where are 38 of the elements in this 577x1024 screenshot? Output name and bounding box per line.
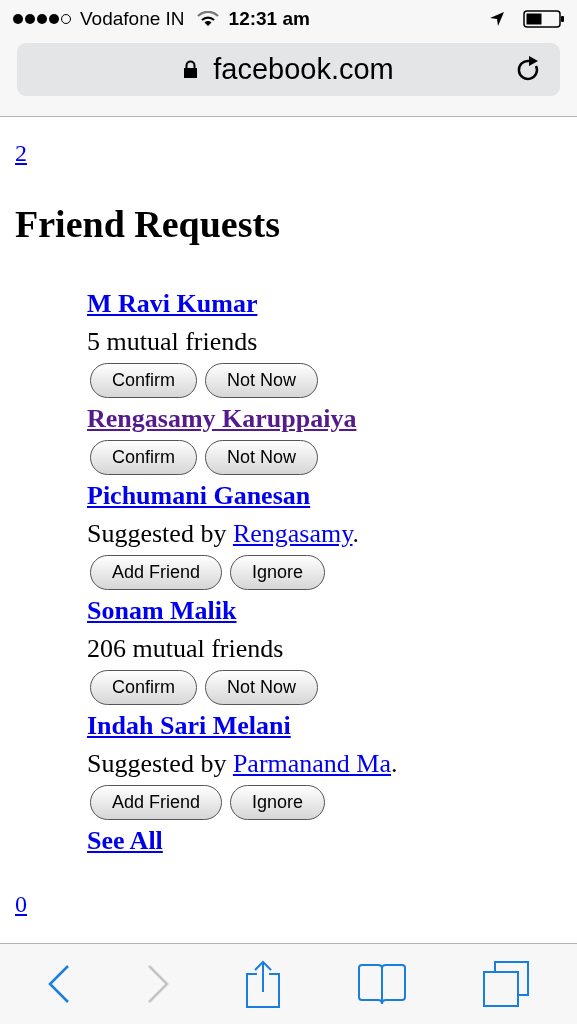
location-arrow-icon	[489, 11, 505, 27]
share-icon[interactable]	[245, 960, 282, 1008]
request-action-button[interactable]: Not Now	[205, 363, 319, 398]
wifi-icon	[196, 11, 219, 27]
back-icon[interactable]	[48, 965, 71, 1003]
request-action-button[interactable]: Confirm	[90, 363, 197, 398]
carrier-name: Vodafone IN	[80, 6, 185, 31]
page-link[interactable]: 2	[15, 135, 27, 171]
suggestion-text: Suggested by Rengasamy.	[87, 518, 359, 550]
signal-icon	[12, 12, 72, 26]
address-bar[interactable]: facebook.com	[17, 43, 560, 96]
request-action-button[interactable]: Add Friend	[90, 785, 223, 820]
request-action-button[interactable]: Ignore	[230, 785, 326, 820]
request-action-button[interactable]: Add Friend	[90, 555, 223, 590]
section-heading: Friend Requests	[15, 202, 281, 247]
suggestion-text: Suggested by Parmanand Ma.	[87, 748, 398, 780]
mutual-friends-text: 206 mutual friends	[87, 633, 284, 665]
friend-name-link[interactable]: Indah Sari Melani	[87, 707, 291, 745]
request-action-button[interactable]: Confirm	[90, 670, 197, 705]
request-action-button[interactable]: Ignore	[230, 555, 326, 590]
friend-name-link[interactable]: Rengasamy Karuppaiya	[87, 400, 357, 438]
page-link[interactable]: 0	[15, 886, 27, 922]
friend-name-link[interactable]: Pichumani Ganesan	[87, 477, 311, 515]
mutual-friends-text: 5 mutual friends	[87, 326, 258, 358]
clock-time: 12:31 am	[228, 6, 310, 31]
suggester-link[interactable]: Rengasamy	[232, 519, 353, 548]
request-action-button[interactable]: Not Now	[205, 670, 319, 705]
see-all-link[interactable]: See All	[87, 822, 163, 860]
url-text: facebook.com	[213, 51, 394, 87]
request-action-button[interactable]: Not Now	[205, 440, 319, 475]
request-action-button[interactable]: Confirm	[90, 440, 197, 475]
lock-icon	[183, 60, 199, 79]
friend-name-link[interactable]: Sonam Malik	[87, 592, 237, 630]
battery-icon	[523, 9, 565, 29]
friend-name-link[interactable]: M Ravi Kumar	[87, 285, 258, 323]
suggester-link[interactable]: Parmanand Ma	[232, 749, 391, 778]
bookmarks-icon[interactable]	[358, 963, 407, 1005]
tabs-icon[interactable]	[482, 961, 529, 1007]
